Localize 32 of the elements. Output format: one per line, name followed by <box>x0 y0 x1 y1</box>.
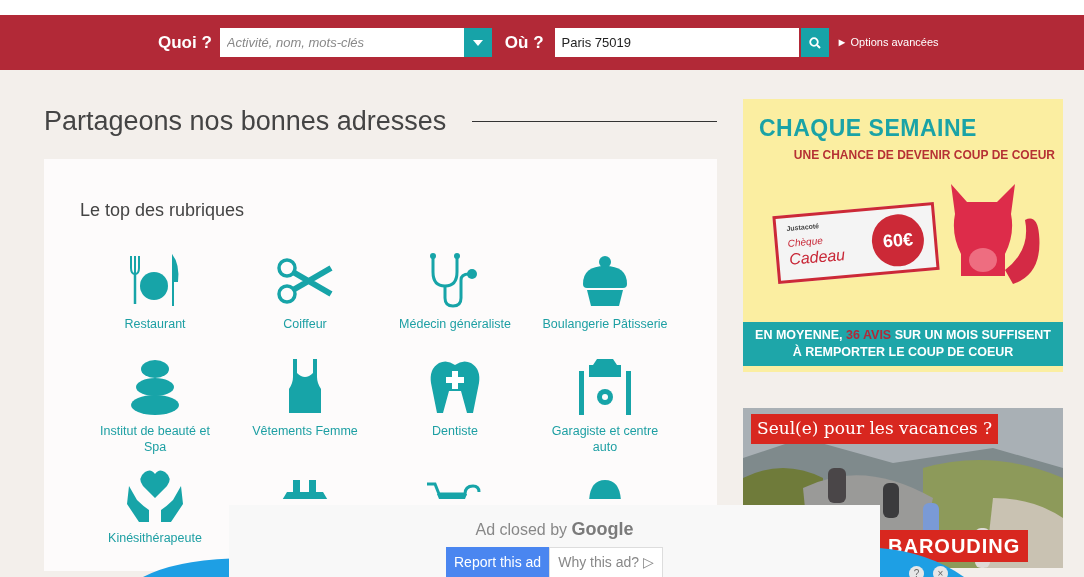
category-link[interactable]: Coiffeur <box>283 316 327 333</box>
help-button[interactable]: ? <box>909 566 924 577</box>
section-title: Le top des rubriques <box>80 199 246 223</box>
field-label: Où ? <box>504 31 544 54</box>
category-link[interactable]: Garagiste et centre auto <box>541 423 669 456</box>
category-link[interactable]: Kinésithérapeute <box>108 530 202 547</box>
location-field[interactable]: Paris 75019 <box>554 28 799 57</box>
search-field[interactable]: Activité, nom, mots-clés <box>219 28 464 57</box>
category-link[interactable]: Boulangerie Pâtisserie <box>542 316 668 333</box>
banner-headline: CHAQUE SEMAINE <box>758 114 978 143</box>
banner-brand: BAROUDING <box>880 530 1029 562</box>
notice-label: Ad closed by <box>475 521 569 538</box>
banner-headline: Seul(e) pour les vacances ? <box>751 414 999 444</box>
field-label: Quoi ? <box>158 31 212 54</box>
category-link[interactable]: Institut de beauté et Spa <box>91 423 219 456</box>
advanced-options-link[interactable]: ► Options avancées <box>836 34 939 51</box>
close-button[interactable]: × <box>933 566 948 577</box>
dropdown-button[interactable] <box>463 28 492 57</box>
banner-subheadline: UNE CHANCE DE DEVENIR COUP DE COEUR <box>792 146 1056 164</box>
caret-icon <box>472 39 483 46</box>
category-link[interactable]: Vêtements Femme <box>252 423 358 440</box>
category-link[interactable]: Restaurant <box>124 316 186 333</box>
search-button[interactable] <box>800 28 829 57</box>
why-ad-button[interactable]: Why this ad? ▷ <box>549 547 663 577</box>
category-link[interactable]: Dentiste <box>432 423 478 440</box>
notice-brand: Google <box>571 519 634 539</box>
category-link[interactable]: Médecin généraliste <box>399 316 511 333</box>
page-heading: Partageons nos bonnes adresses <box>44 105 447 138</box>
search-icon <box>808 36 821 49</box>
report-ad-button[interactable]: Report this ad <box>446 547 550 577</box>
cheque-title: Chèque <box>787 233 824 250</box>
banner-footer: EN MOYENNE, 36 AVIS SUR UN MOIS SUFFISENT À REMPORTER LE COUP DE COEUR <box>743 322 1063 366</box>
